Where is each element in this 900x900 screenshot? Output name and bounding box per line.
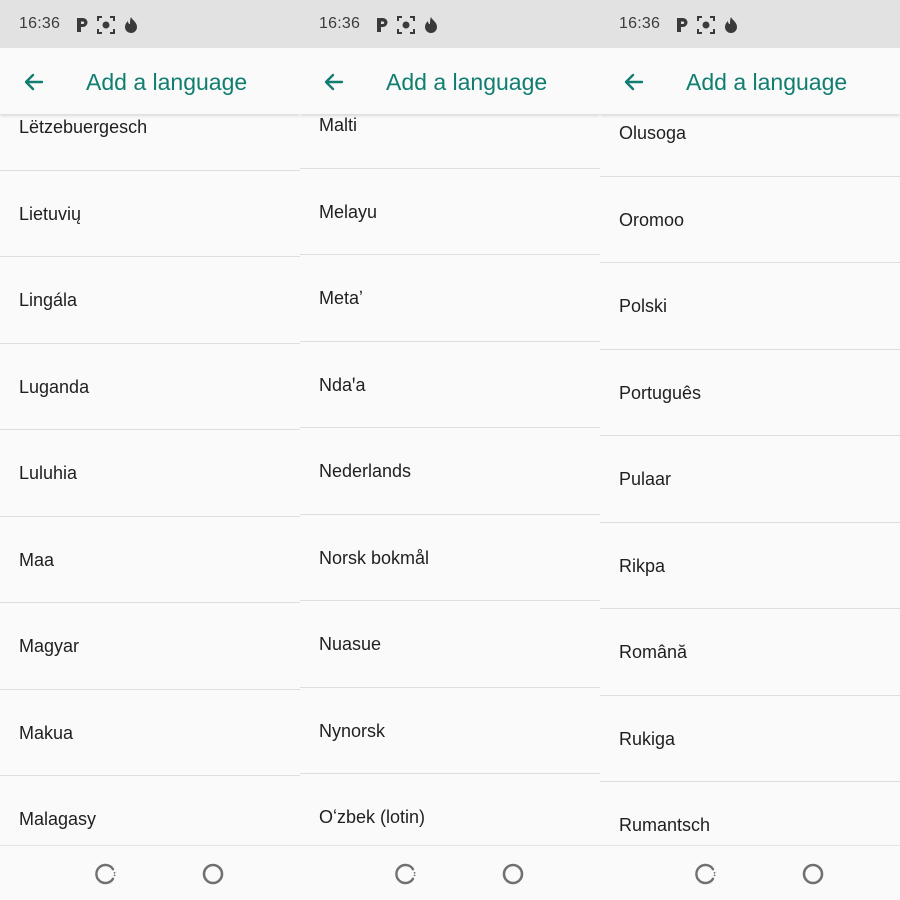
arrow-left-icon[interactable] [322,70,346,94]
arrow-left-icon[interactable] [622,70,646,94]
back-button[interactable] [14,68,54,96]
language-label: Norsk bokmål [319,547,430,568]
home-circle-icon[interactable] [201,862,225,886]
language-label: Rikpa [619,555,666,576]
language-list-item[interactable]: Lingála [0,257,300,344]
recents-spinner-icon[interactable] [94,862,118,886]
language-list-item[interactable]: Luluhia [0,430,300,517]
back-button[interactable] [314,68,354,96]
page-title: Add a language [386,69,548,95]
p-app-icon [75,17,89,33]
language-label: Metaʼ [319,288,364,308]
language-label: Nynorsk [319,720,386,741]
language-list-item[interactable]: Metaʼ [300,255,600,342]
recents-spinner-icon[interactable] [394,862,418,886]
language-list-item[interactable]: Norsk bokmål [300,515,600,601]
language-label: Lingála [19,290,78,310]
language-label: Maa [19,549,55,570]
page-title: Add a language [686,69,848,95]
fire-icon [723,16,739,34]
language-label: Rukiga [619,728,676,749]
status-time: 16:36 [319,15,361,32]
p-app-icon [675,17,689,33]
language-label: Nuasue [319,634,382,654]
app-bar: Add a language [0,48,300,114]
language-label: Polski [619,296,668,316]
language-list: Lëtzebuergesch Lietuvių Lingála Luganda Lulu… [0,84,300,863]
language-label: Pulaar [619,469,672,489]
language-label: Lietuvių [19,203,82,224]
language-label: Makua [19,722,74,743]
language-list-item[interactable]: Luganda [0,344,300,430]
language-list: Olusoga Oromoo Polski Português Pulaar Rikpa R… [600,90,900,869]
screenshot-collage: 16:36 Add a language Lëtzebuergesch Lietuvi… [0,0,900,900]
app-bar: Add a language [300,48,600,114]
language-label: Malti [319,115,358,135]
status-bar: 16:36 [300,0,600,48]
language-list-item[interactable]: Română [600,609,900,696]
status-bar: 16:36 [600,0,900,48]
screenshot-icon [697,16,715,34]
screen-1: 16:36 Add a language Lëtzebuergesch Lietuvi… [0,0,300,900]
language-label: Oromoo [619,209,685,230]
fire-icon [423,16,439,34]
fire-icon [123,16,139,34]
screenshot-icon [97,16,115,34]
language-list: Malti Melayu Metaʼ Ndaꞌa Nederlands Norsk bok… [300,82,600,861]
language-list-item[interactable]: Português [600,350,900,436]
language-label: Luluhia [19,463,78,483]
navigation-bar [0,845,300,900]
language-list-item[interactable]: Ndaꞌa [300,342,600,428]
language-label: Ndaꞌa [319,374,366,395]
screen-3: 16:36 Add a language Olusoga Oromoo Polski Po… [600,0,900,900]
p-app-icon [375,17,389,33]
page-title: Add a language [86,69,248,95]
navigation-bar [600,845,900,900]
language-list-item[interactable]: Polski [600,263,900,350]
home-circle-icon[interactable] [501,862,525,886]
language-label: Malagasy [19,809,97,829]
language-list-item[interactable]: Nuasue [300,601,600,688]
screenshot-icon [397,16,415,34]
language-label: Português [619,382,702,403]
status-icons [675,16,747,34]
language-list-item[interactable]: Magyar [0,603,300,690]
navigation-bar [300,845,600,900]
arrow-left-icon[interactable] [22,70,46,94]
language-list-item[interactable]: Melayu [300,169,600,255]
language-list-item[interactable]: Rikpa [600,523,900,609]
status-time: 16:36 [19,15,61,32]
screen-2: 16:36 Add a language Malti Melayu Metaʼ Ndaꞌa… [300,0,600,900]
home-circle-icon[interactable] [801,862,825,886]
language-label: Olusoga [619,123,687,143]
language-list-item[interactable]: Makua [0,690,300,776]
status-icons [375,16,447,34]
language-label: Română [619,642,688,662]
language-list-item[interactable]: Maa [0,517,300,603]
status-time: 16:36 [619,15,661,32]
language-label: Nederlands [319,461,412,481]
status-bar: 16:36 [0,0,300,48]
language-label: Rumantsch [619,815,711,835]
language-list-item[interactable]: Lietuvių [0,171,300,257]
language-list-item[interactable]: Nederlands [300,428,600,515]
language-list-item[interactable]: Oromoo [600,177,900,263]
language-label: Oʻzbek (lotin) [319,807,426,827]
language-label: Luganda [19,376,90,397]
recents-spinner-icon[interactable] [694,862,718,886]
language-label: Melayu [319,201,378,222]
language-label: Magyar [19,636,80,656]
language-list-item[interactable]: Pulaar [600,436,900,523]
status-icons [75,16,147,34]
language-list-item[interactable]: Rukiga [600,696,900,782]
app-bar: Add a language [600,48,900,114]
language-label: Lëtzebuergesch [19,117,148,137]
language-list-item[interactable]: Nynorsk [300,688,600,774]
back-button[interactable] [614,68,654,96]
